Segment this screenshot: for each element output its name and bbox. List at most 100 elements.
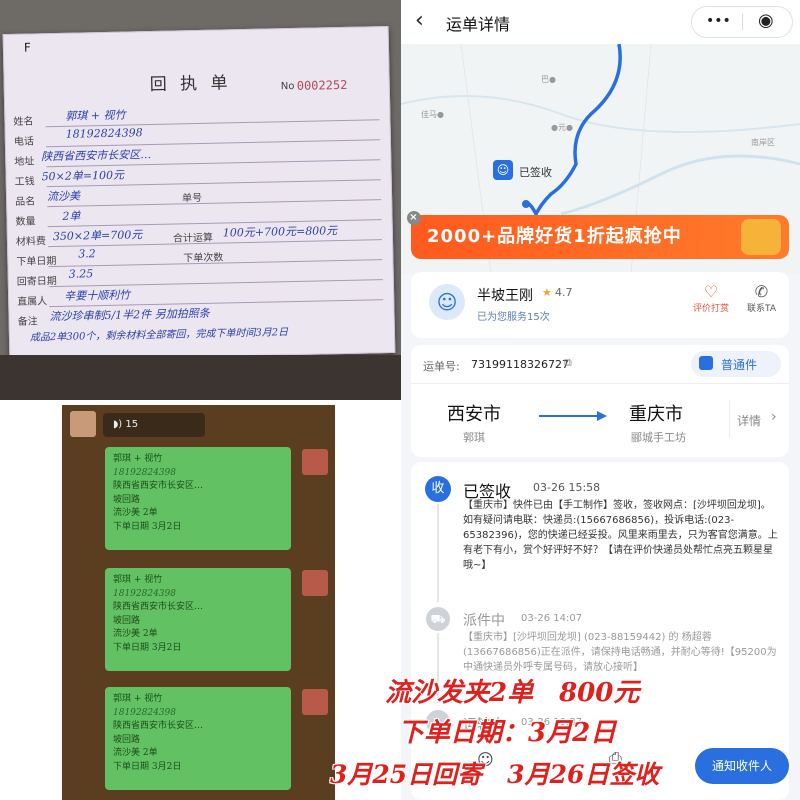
table-surface (0, 355, 401, 400)
label-work: 工钱 (14, 176, 35, 188)
promo-banner[interactable]: 2000+品牌好货1折起疯抢中 × (407, 211, 789, 259)
hand-work: 50×2单=100元 (41, 168, 125, 184)
map-place: 南岸区 (751, 138, 775, 147)
chat-bubble[interactable]: 郭琪 + 视竹 18192824398 陕西省西安市长安区… 坡回路 流沙美 2… (105, 687, 291, 790)
waybill-card: 运单号: 73199118326727 ⧉ 普通件 西安市 郭琪 重庆市 郦城手… (411, 345, 789, 457)
more-icon[interactable]: ••• (706, 13, 731, 29)
service-type: 普通件 (721, 358, 758, 372)
receipt-photo: F 回 执 单 No 0002252 姓名 郭琪 + 视竹 电话 1819282… (0, 0, 401, 400)
signed-status-icon: 收 (425, 476, 451, 502)
hand-qty: 2单 (62, 209, 81, 223)
voice-duration: 15 (125, 419, 139, 430)
courier-marker-icon: ☺ (493, 160, 513, 180)
bubble-name: 郭琪 + 视竹 (113, 454, 163, 464)
bubble-address-2: 坡回路 (113, 494, 141, 505)
hand-total: 100元+700元=800元 (222, 224, 338, 240)
bubble-date: 下单日期 3月2日 (113, 521, 182, 532)
map-place: ●元● (551, 123, 573, 132)
event-time: 03-26 15:58 (533, 481, 601, 494)
user-avatar (302, 570, 328, 596)
to-city: 重庆市 (629, 404, 683, 425)
courier-served: 已为您服务15次 (477, 312, 550, 323)
hand-order-date: 3.2 (78, 247, 96, 261)
contact-button[interactable]: ✆ 联系TA (739, 282, 784, 314)
receipt-line (47, 199, 382, 208)
event-status: 派件中 (463, 613, 505, 629)
user-avatar (302, 449, 328, 475)
map-place: 佳马● (421, 110, 444, 119)
star-icon: ★ (542, 286, 552, 299)
bubble-date: 下单日期 3月2日 (113, 761, 182, 772)
courier-rating: 4.7 (555, 286, 573, 299)
receipt-line (48, 279, 383, 288)
route-line (525, 43, 622, 218)
hand-product: 流沙美 (46, 189, 81, 204)
rate-icon: ♡ (703, 282, 719, 301)
receipt-number: 0002252 (296, 77, 348, 93)
hand-contact: 辛要十顺利竹 (63, 288, 131, 303)
top-bar: ‹ 运单详情 ••• ◉ (401, 0, 800, 44)
event-text: 【重庆市】快件已由【手工制作】签收，签收网点：[沙坪坝回龙坝]。如有疑问请电联：… (463, 500, 778, 571)
receipt-number-label: No (280, 80, 295, 93)
event-time: 03-26 14:07 (521, 613, 583, 624)
hand-note: 流沙珍串制5/1半2件 另加拍照条 (49, 306, 210, 324)
label-qty: 数量 (15, 216, 36, 228)
service-type-badge: 普通件 (691, 351, 781, 377)
back-icon[interactable]: ‹ (415, 8, 424, 33)
hand-return-date: 3.25 (68, 267, 94, 281)
chevron-right-icon[interactable]: › (771, 409, 777, 425)
contact-avatar (70, 411, 96, 437)
waybill-label: 运单号: (423, 360, 460, 373)
bubble-name: 郭琪 + 视竹 (113, 575, 163, 585)
detail-link[interactable]: 详情 (737, 412, 761, 429)
mini-program-capsule: ••• ◉ (691, 6, 793, 38)
rate-button[interactable]: ♡ 评价打赏 (686, 282, 736, 314)
caption-line-2: 下单日期：3月2日 (398, 718, 617, 748)
hand-address: 陕西省西安市长安区… (41, 147, 152, 164)
receipt-paper: F 回 执 单 No 0002252 姓名 郭琪 + 视竹 电话 1819282… (2, 25, 396, 362)
bubble-address: 陕西省西安市长安区… (113, 481, 204, 491)
bubble-address-2: 坡回路 (113, 615, 141, 626)
label-name: 姓名 (13, 116, 34, 128)
bubble-address: 陕西省西安市长安区… (113, 602, 204, 612)
chat-bubble[interactable]: 郭琪 + 视竹 18192824398 陕西省西安市长安区… 坡回路 流沙美 2… (105, 447, 291, 550)
promo-banner-text: 2000+品牌好货1折起疯抢中 (427, 226, 682, 247)
from-name: 郭琪 (463, 431, 485, 444)
bubble-name: 郭琪 + 视竹 (113, 694, 163, 704)
label-address: 地址 (14, 156, 35, 168)
bubble-item: 流沙美 2单 (113, 748, 158, 758)
courier-avatar: ☺ (429, 284, 465, 320)
gift-icon (741, 219, 781, 255)
bubble-address-2: 坡回路 (113, 734, 141, 745)
route-end-dot (522, 200, 530, 208)
delivery-icon: ⛟ (426, 607, 450, 631)
voice-message[interactable]: ◗) 15 (103, 413, 205, 437)
page-title: 运单详情 (446, 15, 511, 34)
event-text: 【重庆市】[沙坪坝回龙坝] (023-88159442) 的 杨超蓉(13667… (463, 632, 777, 673)
contact-label: 联系TA (747, 304, 776, 314)
receipt-corner-mark: F (23, 40, 31, 55)
from-city: 西安市 (447, 404, 501, 425)
hand-phone: 18192824398 (65, 126, 143, 141)
caption-line-1: 流沙发夹2单 800元 (385, 678, 640, 708)
notify-recipient-button[interactable]: 通知收件人 (695, 748, 789, 784)
receipt-title: 回 执 单 (149, 73, 232, 96)
copy-icon[interactable]: ⧉ (564, 356, 572, 370)
package-icon (699, 356, 713, 370)
map-place: 巴● (541, 75, 556, 84)
bubble-item: 流沙美 2单 (113, 508, 158, 518)
bubble-address: 陕西省西安市长安区… (113, 721, 204, 731)
close-target-icon[interactable]: ◉ (758, 10, 774, 31)
chat-bubble[interactable]: 郭琪 + 视竹 18192824398 陕西省西安市长安区… 坡回路 流沙美 2… (105, 568, 291, 671)
label-material-fee: 材料费 (15, 236, 47, 248)
courier-name: 半坡王刚 (477, 288, 533, 304)
speaker-icon: ◗) (113, 419, 123, 430)
close-icon[interactable]: × (407, 211, 421, 225)
bubble-phone: 18192824398 (113, 588, 176, 599)
hand-name: 郭琪 + 视竹 (65, 108, 126, 123)
label-contact: 直属人 (17, 296, 48, 308)
label-phone: 电话 (13, 136, 34, 148)
divider (729, 400, 730, 438)
chat-screenshot: ◗) 15 郭琪 + 视竹 18192824398 陕西省西安市长安区… 坡回路… (62, 405, 335, 800)
rate-label: 评价打赏 (692, 304, 729, 314)
